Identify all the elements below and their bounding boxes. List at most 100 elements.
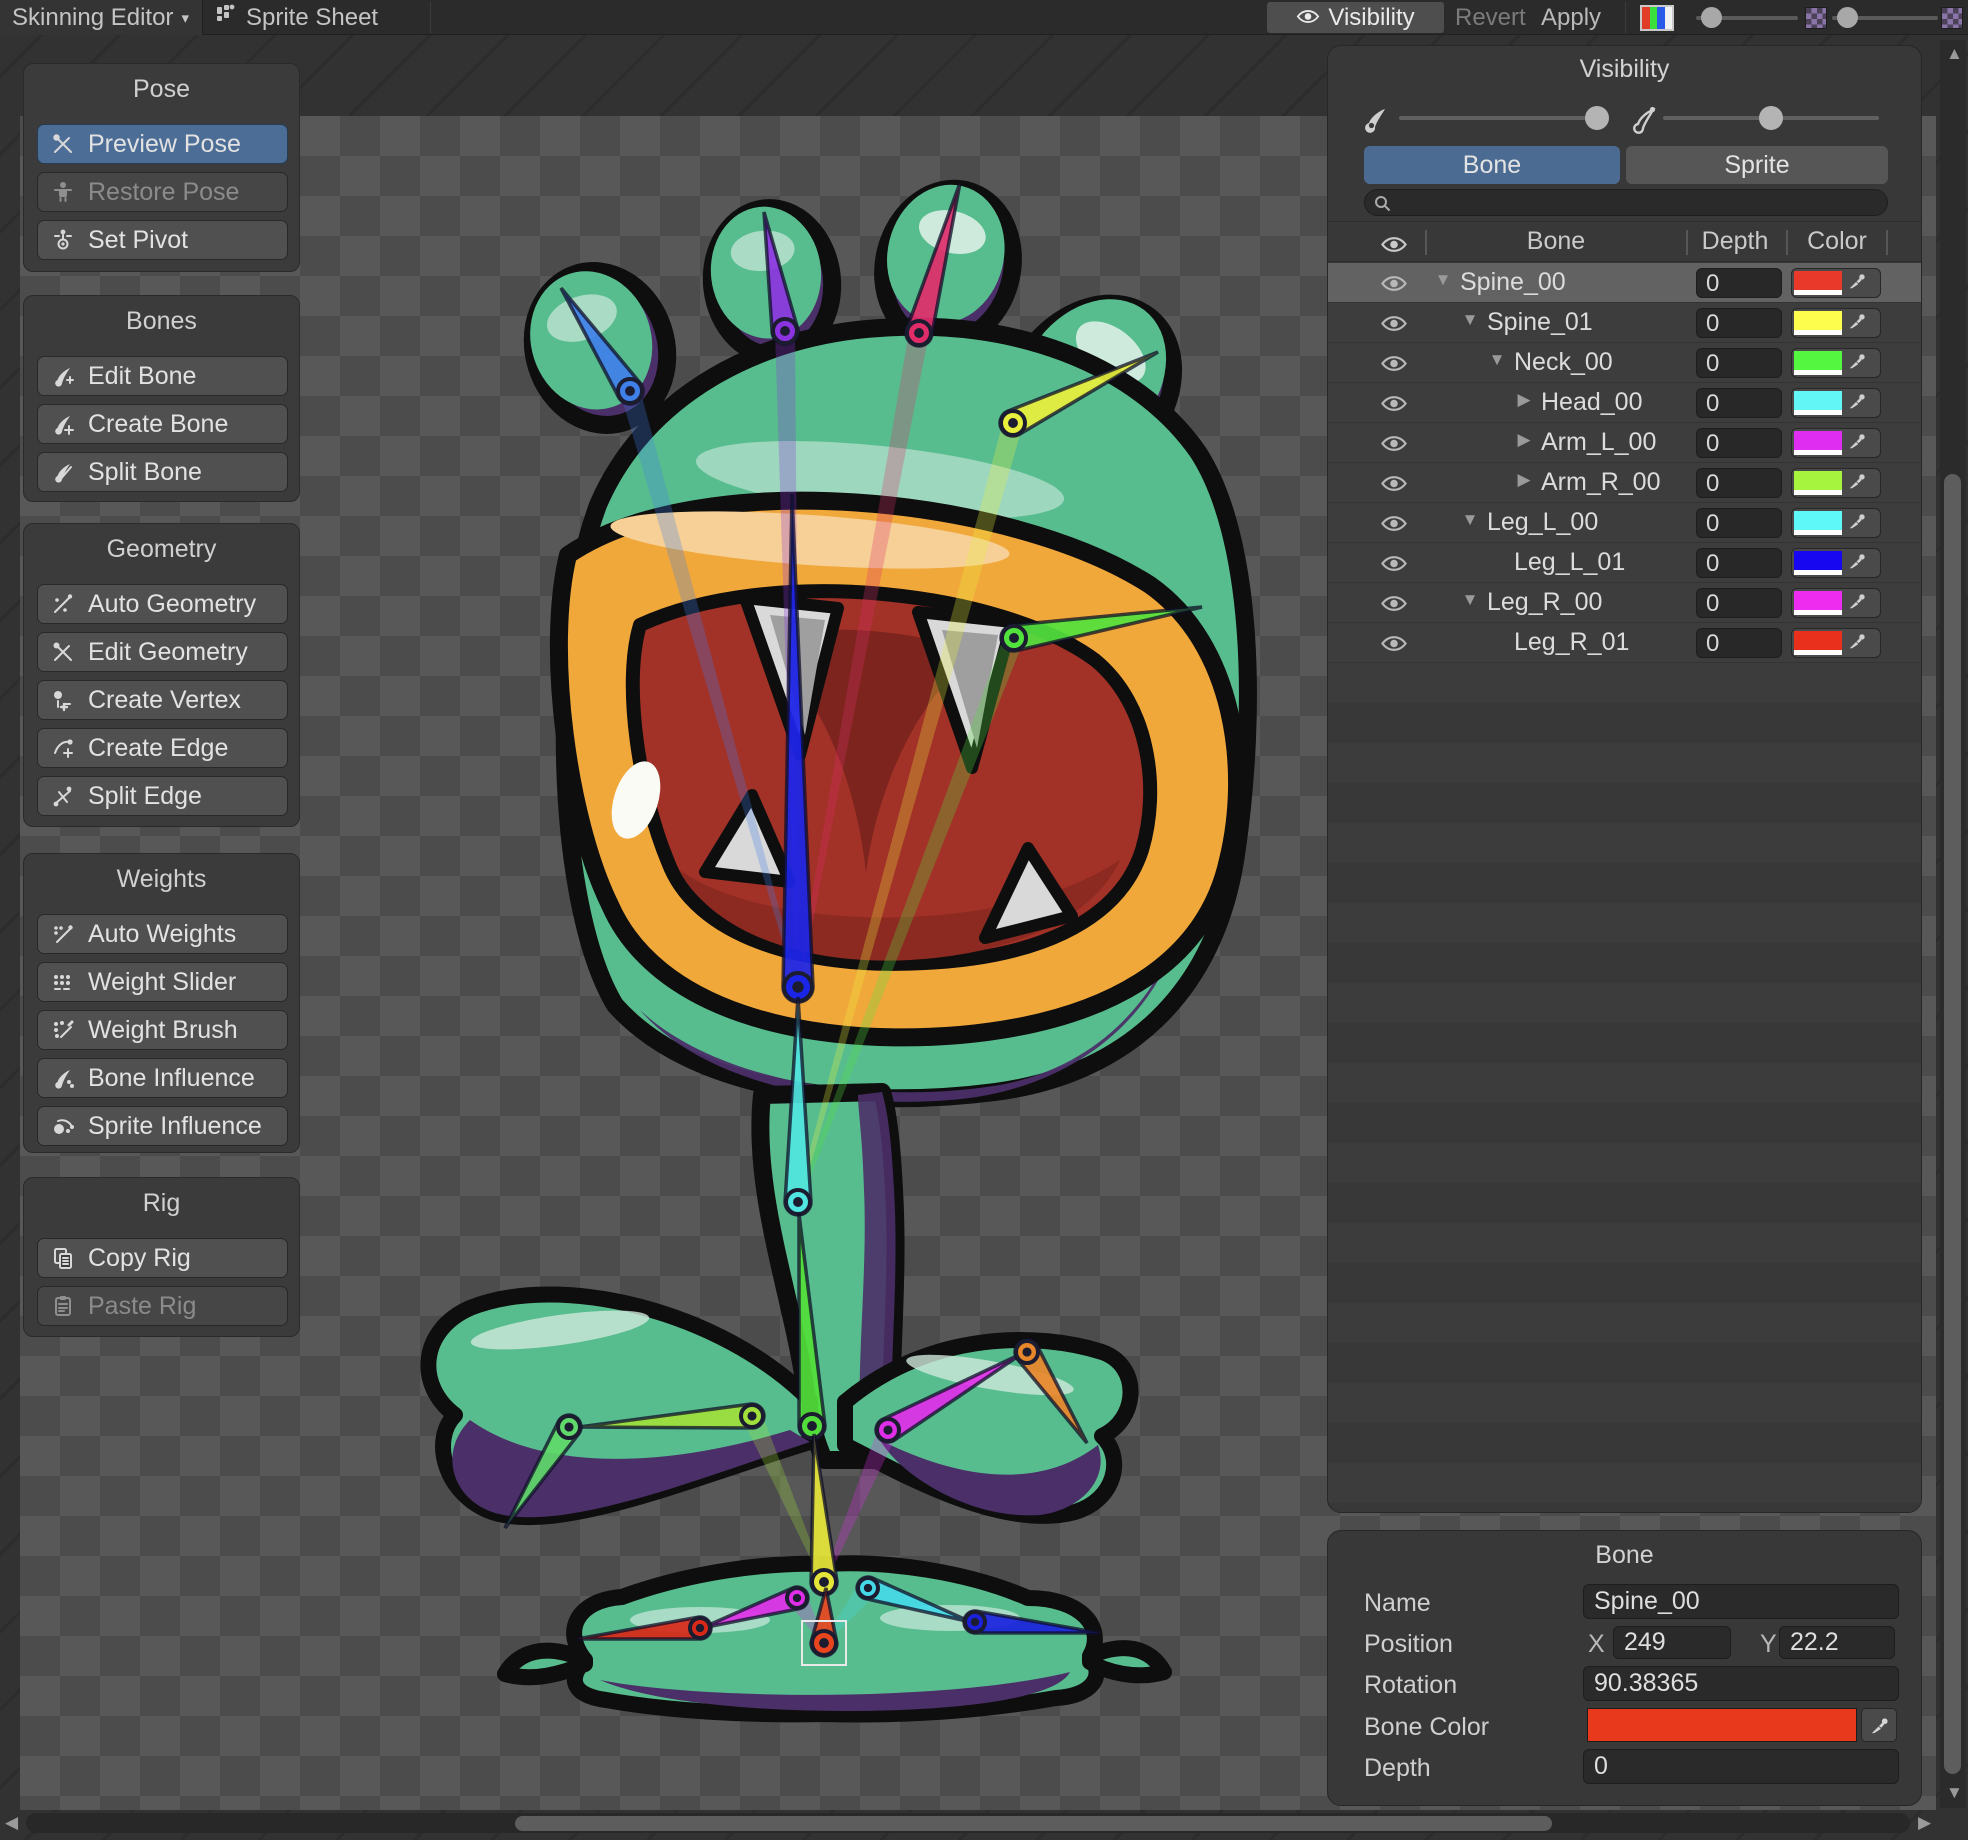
restore-pose-button[interactable]: Restore Pose — [37, 172, 288, 212]
bone-row-Spine_01[interactable]: ▼Spine_010 — [1328, 303, 1921, 343]
depth-field[interactable]: 0 — [1696, 468, 1782, 498]
depth-field[interactable]: 0 — [1696, 588, 1782, 618]
depth-field[interactable]: 0 — [1696, 348, 1782, 378]
create-vertex-button[interactable]: Create Vertex — [37, 680, 288, 720]
scroll-left-icon[interactable]: ◀ — [5, 1813, 18, 1833]
bone-row-Leg_R_00[interactable]: ▼Leg_R_000 — [1328, 583, 1921, 623]
expander-icon[interactable]: ▼ — [1459, 510, 1481, 530]
bone-row-Spine_00[interactable]: ▼Spine_000 — [1328, 263, 1921, 303]
bone-row-Neck_00[interactable]: ▼Neck_000 — [1328, 343, 1921, 383]
eyedropper-icon[interactable] — [1848, 472, 1866, 495]
expander-icon[interactable]: ▼ — [1459, 310, 1481, 330]
depth-field[interactable]: 0 — [1696, 308, 1782, 338]
color-swatch[interactable] — [1794, 511, 1842, 535]
eye-column-icon[interactable] — [1380, 232, 1408, 261]
bone-row-Leg_R_01[interactable]: Leg_R_010 — [1328, 623, 1921, 663]
color-swatch[interactable] — [1794, 591, 1842, 615]
eye-icon[interactable] — [1380, 554, 1408, 578]
auto-weights-button[interactable]: Auto Weights — [37, 914, 288, 954]
eyedropper-icon[interactable] — [1848, 632, 1866, 655]
split-edge-button[interactable]: Split Edge — [37, 776, 288, 816]
color-swatch[interactable] — [1794, 311, 1842, 335]
color-swatch[interactable] — [1794, 471, 1842, 495]
eyedropper-icon[interactable] — [1848, 312, 1866, 335]
skinning-editor-dropdown[interactable]: Skinning Editor ▾ — [0, 0, 203, 35]
eyedropper-icon[interactable] — [1848, 552, 1866, 575]
eyedropper-icon[interactable] — [1848, 352, 1866, 375]
eyedropper-icon[interactable] — [1848, 512, 1866, 535]
bone-influence-button[interactable]: Bone Influence — [37, 1058, 288, 1098]
bone-row-Leg_L_01[interactable]: Leg_L_010 — [1328, 543, 1921, 583]
column-color[interactable]: Color — [1807, 227, 1867, 256]
edit-geometry-button[interactable]: Edit Geometry — [37, 632, 288, 672]
search-box[interactable] — [1364, 189, 1888, 216]
toolbar-slider-2-knob[interactable] — [1837, 7, 1858, 28]
color-swatch[interactable] — [1794, 631, 1842, 655]
expander-icon[interactable]: ▼ — [1459, 590, 1481, 610]
edit-bone-button[interactable]: Edit Bone — [37, 356, 288, 396]
color-cell[interactable] — [1791, 428, 1881, 458]
bone-row-Arm_L_00[interactable]: ▶Arm_L_000 — [1328, 423, 1921, 463]
eye-icon[interactable] — [1380, 634, 1408, 658]
toolbar-slider-1-knob[interactable] — [1701, 7, 1722, 28]
copy-rig-button[interactable]: Copy Rig — [37, 1238, 288, 1278]
sprite-opacity-knob[interactable] — [1759, 106, 1783, 130]
depth-field[interactable]: 0 — [1696, 428, 1782, 458]
eyedropper-icon[interactable] — [1848, 432, 1866, 455]
expander-icon[interactable]: ▶ — [1513, 390, 1535, 410]
color-swatch[interactable] — [1794, 551, 1842, 575]
vertical-scrollbar-thumb[interactable] — [1944, 474, 1961, 1774]
bone-opacity-slider[interactable] — [1399, 116, 1606, 120]
tab-sprite[interactable]: Sprite — [1626, 146, 1888, 184]
bone-row-Arm_R_00[interactable]: ▶Arm_R_000 — [1328, 463, 1921, 503]
sprite-influence-button[interactable]: Sprite Influence — [37, 1106, 288, 1146]
name-field[interactable] — [1583, 1584, 1899, 1619]
eye-icon[interactable] — [1380, 434, 1408, 458]
column-bone[interactable]: Bone — [1527, 227, 1585, 256]
eyedropper-icon[interactable] — [1848, 592, 1866, 615]
eye-icon[interactable] — [1380, 274, 1408, 298]
color-cell[interactable] — [1791, 268, 1881, 298]
color-bars-icon[interactable] — [1640, 5, 1674, 31]
color-cell[interactable] — [1791, 548, 1881, 578]
depth-field[interactable]: 0 — [1696, 548, 1782, 578]
scroll-down-icon[interactable]: ▼ — [1946, 1783, 1963, 1803]
expander-icon[interactable]: ▶ — [1513, 470, 1535, 490]
eye-icon[interactable] — [1380, 594, 1408, 618]
color-swatch[interactable] — [1794, 391, 1842, 415]
color-cell[interactable] — [1791, 508, 1881, 538]
eyedropper-icon[interactable] — [1848, 392, 1866, 415]
visibility-toggle-button[interactable]: Visibility — [1267, 2, 1444, 33]
revert-button[interactable]: Revert — [1455, 0, 1526, 35]
scroll-right-icon[interactable]: ▶ — [1918, 1813, 1931, 1833]
eye-icon[interactable] — [1380, 394, 1408, 418]
eye-icon[interactable] — [1380, 354, 1408, 378]
weight-brush-button[interactable]: Weight Brush — [37, 1010, 288, 1050]
scroll-up-icon[interactable]: ▲ — [1946, 44, 1963, 64]
color-cell[interactable] — [1791, 308, 1881, 338]
expander-icon[interactable]: ▼ — [1432, 270, 1454, 290]
depth-field[interactable]: 0 — [1696, 628, 1782, 658]
position-y-field[interactable] — [1779, 1626, 1895, 1659]
depth-field[interactable] — [1583, 1749, 1899, 1784]
eye-icon[interactable] — [1380, 474, 1408, 498]
tab-bone[interactable]: Bone — [1364, 146, 1620, 184]
bone-opacity-knob[interactable] — [1585, 106, 1609, 130]
color-swatch[interactable] — [1794, 271, 1842, 295]
split-bone-button[interactable]: Split Bone — [37, 452, 288, 492]
depth-field[interactable]: 0 — [1696, 508, 1782, 538]
apply-button[interactable]: Apply — [1541, 0, 1601, 35]
expander-icon[interactable]: ▼ — [1486, 350, 1508, 370]
bone-row-Head_00[interactable]: ▶Head_000 — [1328, 383, 1921, 423]
create-bone-button[interactable]: Create Bone — [37, 404, 288, 444]
weight-slider-button[interactable]: Weight Slider — [37, 962, 288, 1002]
eye-icon[interactable] — [1380, 314, 1408, 338]
column-depth[interactable]: Depth — [1702, 227, 1769, 256]
eyedropper-button[interactable] — [1861, 1708, 1897, 1742]
color-swatch[interactable] — [1794, 351, 1842, 375]
depth-field[interactable]: 0 — [1696, 268, 1782, 298]
expander-icon[interactable]: ▶ — [1513, 430, 1535, 450]
rotation-field[interactable] — [1583, 1666, 1899, 1701]
position-x-field[interactable] — [1613, 1626, 1731, 1659]
color-cell[interactable] — [1791, 468, 1881, 498]
